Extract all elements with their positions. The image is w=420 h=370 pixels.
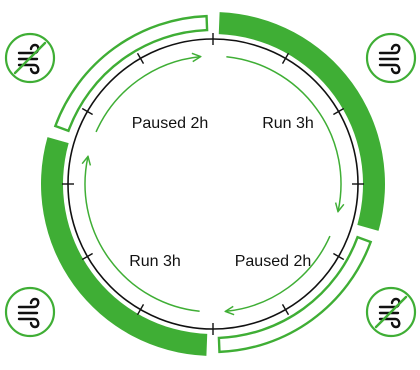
clock-ring <box>67 38 359 330</box>
clock-tick <box>281 52 290 64</box>
clock-tick <box>333 252 345 261</box>
fan-off-icon <box>4 32 56 84</box>
paused-band-segment <box>53 14 209 133</box>
segment-label-bottom-left: Run 3h <box>129 253 181 270</box>
segment-label-top-right: Run 3h <box>262 115 314 132</box>
clock-tick <box>333 107 345 116</box>
schedule-band <box>41 12 385 356</box>
segment-label-top-left: Paused 2h <box>132 115 209 132</box>
cycle-diagram-svg: Paused 2h Run 3h Paused 2h Run 3h <box>4 12 417 356</box>
segment-label-bottom-right: Paused 2h <box>235 253 312 270</box>
clock-ticks <box>62 33 364 335</box>
fan-off-icon <box>365 286 417 338</box>
run-band-segment <box>41 137 208 356</box>
clock-tick <box>136 52 145 64</box>
fan-on-icon <box>4 286 56 338</box>
clock-tick <box>136 304 145 316</box>
fan-cycle-diagram: Paused 2h Run 3h Paused 2h Run 3h <box>0 0 420 365</box>
clock-tick <box>81 107 93 116</box>
fan-on-icon <box>365 32 417 84</box>
clock-tick <box>81 252 93 261</box>
flow-arrows <box>85 57 341 312</box>
clock-tick <box>281 304 290 316</box>
